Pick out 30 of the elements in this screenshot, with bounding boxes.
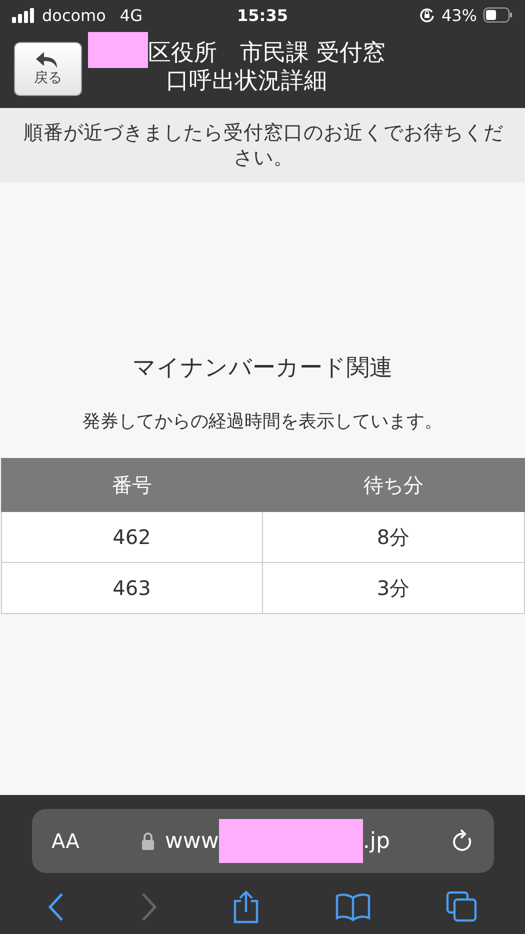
column-header: 番号 — [1, 458, 262, 512]
page-title: 口呼出状況詳細 — [165, 68, 328, 94]
back-button[interactable]: 戻る — [14, 42, 82, 96]
table-cell: 463 — [1, 562, 262, 614]
page-title: 区役所 市民課 受付窓 — [148, 40, 386, 67]
address-bar[interactable]: AA www .jp — [32, 809, 494, 873]
network-type: 4G — [120, 6, 142, 24]
rotation-lock-icon — [419, 7, 436, 23]
table-cell: 462 — [1, 512, 262, 562]
table-cell: 3分 — [262, 562, 524, 614]
tabs-icon[interactable] — [446, 891, 478, 923]
notice-text: 順番が近づきましたら受付窓口のお近くでお待ちください。 — [22, 120, 504, 170]
section-title: マイナンバーカード関連 — [132, 354, 392, 383]
share-icon[interactable] — [232, 890, 260, 924]
column-header: 待ち分 — [262, 458, 524, 512]
battery-icon — [483, 7, 513, 23]
signal-icon — [12, 7, 36, 23]
section-description: 発券してからの経過時間を表示しています。 — [82, 410, 442, 433]
table-cell: 8分 — [262, 512, 524, 562]
clock-time: 15:35 — [237, 6, 288, 24]
battery-percent: 43% — [441, 6, 477, 24]
url-text: www — [164, 828, 219, 854]
text-size-button[interactable]: AA — [52, 829, 80, 853]
reload-icon[interactable] — [452, 829, 474, 853]
book-icon[interactable] — [335, 892, 372, 922]
back-icon[interactable] — [47, 892, 66, 922]
lock-icon — [140, 832, 155, 850]
carrier-name: docomo — [42, 6, 106, 24]
url-text: .jp — [362, 828, 390, 854]
redaction-block — [88, 32, 148, 68]
